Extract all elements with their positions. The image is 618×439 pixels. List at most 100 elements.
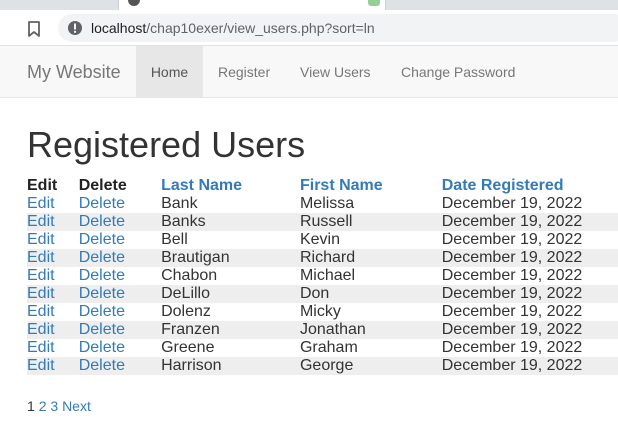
table-row: Edit Delete Greene Graham December 19, 2022 — [27, 339, 618, 357]
delete-link[interactable]: Delete — [79, 267, 125, 284]
edit-link[interactable]: Edit — [27, 195, 55, 212]
cell-first-name: Russell — [299, 213, 442, 231]
cell-date-registered: December 19, 2022 — [441, 303, 583, 320]
delete-link[interactable]: Delete — [79, 339, 125, 356]
pagination-page-2[interactable]: 2 — [39, 398, 47, 414]
table-row: Edit Delete Brautigan Richard December 19, 2… — [27, 249, 618, 267]
cell-date-registered: December 19, 2022 — [441, 339, 583, 356]
delete-link-cell: Delete — [79, 339, 161, 357]
cell-date-registered: December 19, 2022 — [441, 231, 583, 248]
cell-first-name: Graham — [299, 339, 358, 356]
user-rows: Edit Delete Bank Melissa December 19, 2022 Ed… — [27, 195, 618, 375]
browser-tab-strip — [0, 0, 618, 10]
pagination-current-page: 1 — [27, 398, 35, 414]
url-text: localhost/chap10exer/view_users.php?sort… — [91, 20, 375, 36]
delete-link-cell: Delete — [78, 321, 162, 339]
sort-last-name-link[interactable]: Last Name — [161, 177, 242, 194]
nav-register[interactable]: Register — [218, 46, 270, 98]
site-brand-link[interactable]: My Website — [27, 62, 121, 83]
page-title: Registered Users — [27, 124, 306, 165]
delete-link[interactable]: Delete — [79, 213, 125, 230]
sort-date-registered-link[interactable]: Date Registered — [442, 177, 564, 194]
table-row: Edit Delete Harrison George December 19, 202… — [27, 357, 618, 375]
edit-link-cell: Edit — [27, 303, 79, 321]
header-edit: Edit — [27, 177, 58, 194]
edit-link-cell: Edit — [27, 249, 79, 267]
cell-last-name: Chabon — [161, 267, 218, 284]
cell-first-name: George — [299, 357, 442, 375]
edit-link[interactable]: Edit — [27, 303, 55, 320]
browser-tab-2[interactable] — [386, 0, 618, 10]
edit-link-cell: Edit — [27, 213, 79, 231]
url-input[interactable]: localhost/chap10exer/view_users.php?sort… — [58, 14, 618, 42]
cell-date-registered: December 19, 2022 — [441, 285, 618, 303]
delete-link[interactable]: Delete — [79, 357, 125, 374]
site-navbar: My Website Home Register View Users Chan… — [0, 46, 618, 98]
edit-link-cell: Edit — [27, 267, 79, 285]
delete-link-cell: Delete — [79, 303, 161, 321]
cell-last-name: Banks — [161, 213, 300, 231]
cell-last-name: Franzen — [161, 321, 300, 339]
delete-link[interactable]: Delete — [79, 231, 125, 248]
cell-date-registered: December 19, 2022 — [441, 321, 618, 339]
cell-last-name: Harrison — [161, 357, 300, 375]
cell-last-name: Bank — [161, 195, 198, 212]
pagination-next[interactable]: Next — [62, 398, 91, 414]
delete-link-cell: Delete — [78, 213, 162, 231]
info-icon[interactable] — [67, 20, 83, 36]
nav-change-password[interactable]: Change Password — [401, 46, 515, 98]
delete-link[interactable]: Delete — [79, 321, 125, 338]
edit-link[interactable]: Edit — [27, 231, 55, 248]
delete-link-cell: Delete — [79, 267, 161, 285]
nav-view-users[interactable]: View Users — [300, 46, 371, 98]
edit-link[interactable]: Edit — [27, 249, 55, 266]
edit-link[interactable]: Edit — [27, 321, 55, 338]
delete-link[interactable]: Delete — [79, 195, 125, 212]
header-delete: Delete — [78, 177, 127, 194]
edit-link-cell: Edit — [27, 285, 79, 303]
cell-last-name: Dolenz — [161, 303, 211, 320]
edit-link-cell: Edit — [27, 321, 79, 339]
tab-favicon-icon-2 — [368, 0, 380, 6]
cell-first-name: Don — [299, 285, 442, 303]
edit-link-cell: Edit — [27, 357, 79, 375]
delete-link-cell: Delete — [79, 231, 161, 249]
cell-date-registered: December 19, 2022 — [441, 357, 618, 375]
url-path: /chap10exer/view_users.php?sort=ln — [146, 20, 375, 36]
edit-link[interactable]: Edit — [27, 285, 55, 302]
cell-last-name: Brautigan — [161, 249, 300, 267]
users-table: Edit Delete Last Name First Name Date Re… — [27, 177, 618, 375]
cell-last-name: Greene — [161, 339, 215, 356]
cell-last-name: DeLillo — [161, 285, 300, 303]
cell-first-name: Jonathan — [299, 321, 442, 339]
browser-tab[interactable] — [118, 0, 386, 10]
delete-link[interactable]: Delete — [79, 303, 125, 320]
cell-date-registered: December 19, 2022 — [441, 195, 583, 212]
edit-link-cell: Edit — [27, 339, 79, 357]
edit-link[interactable]: Edit — [27, 267, 55, 284]
pagination: 1 2 3 Next — [27, 398, 91, 414]
cell-date-registered: December 19, 2022 — [441, 249, 618, 267]
delete-link[interactable]: Delete — [79, 249, 125, 266]
delete-link[interactable]: Delete — [79, 285, 125, 302]
edit-link[interactable]: Edit — [27, 357, 55, 374]
delete-link-cell: Delete — [79, 195, 161, 213]
table-row: Edit Delete Bell Kevin December 19, 2022 — [27, 231, 618, 249]
edit-link[interactable]: Edit — [27, 213, 55, 230]
edit-link-cell: Edit — [27, 231, 79, 249]
url-host: localhost — [91, 20, 147, 36]
table-header-row: Edit Delete Last Name First Name Date Re… — [27, 177, 618, 195]
cell-date-registered: December 19, 2022 — [441, 213, 618, 231]
sort-first-name-link[interactable]: First Name — [300, 177, 383, 194]
table-row: Edit Delete DeLillo Don December 19, 2022 — [27, 285, 618, 303]
edit-link[interactable]: Edit — [27, 339, 55, 356]
cell-first-name: Michael — [299, 267, 356, 284]
address-bar: localhost/chap10exer/view_users.php?sort… — [0, 10, 618, 46]
delete-link-cell: Delete — [78, 249, 162, 267]
edit-link-cell: Edit — [27, 195, 79, 213]
pagination-page-3[interactable]: 3 — [50, 398, 58, 414]
nav-home[interactable]: Home — [136, 46, 203, 98]
bookmark-icon[interactable] — [27, 21, 41, 37]
table-row: Edit Delete Chabon Michael December 19, 2022 — [27, 267, 618, 285]
table-row: Edit Delete Bank Melissa December 19, 2022 — [27, 195, 618, 213]
